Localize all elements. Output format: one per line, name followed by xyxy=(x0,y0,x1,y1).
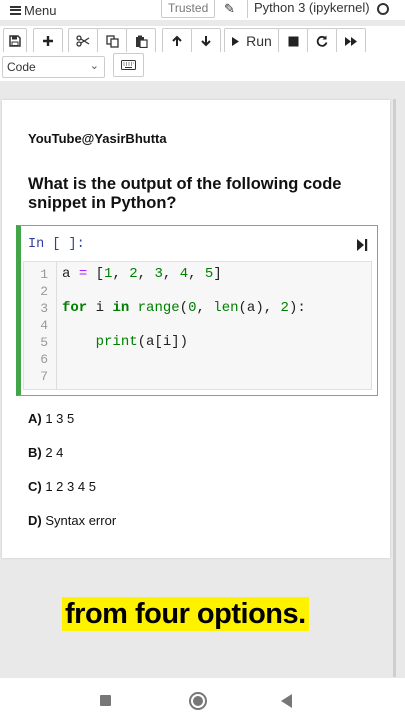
code-line: for i in range(0, len(a), 2): xyxy=(62,300,306,316)
page-scrollbar[interactable] xyxy=(393,99,396,677)
question-text: What is the output of the following code… xyxy=(28,175,342,212)
kernel-name[interactable]: Python 3 (ipykernel) xyxy=(247,0,376,18)
line-number: 3 xyxy=(40,301,48,316)
save-icon xyxy=(9,35,21,47)
option-letter: A) xyxy=(28,411,42,426)
answer-option-a: A) 1 3 5 xyxy=(28,411,74,426)
back-icon[interactable] xyxy=(281,694,292,708)
code-line: print(a[i]) xyxy=(95,334,189,350)
menu-label: Menu xyxy=(24,2,57,18)
save-button[interactable] xyxy=(3,28,27,54)
answer-option-d: D) Syntax error xyxy=(28,513,116,528)
jupyter-notebook-screen: Menu Trusted ✎ Python 3 (ipykernel) Run … xyxy=(0,0,405,720)
option-text: 1 3 5 xyxy=(45,411,75,426)
hamburger-icon xyxy=(10,5,21,15)
insert-cell-button[interactable] xyxy=(33,28,63,54)
fast-forward-icon xyxy=(345,36,357,46)
option-text: 2 4 xyxy=(45,445,64,460)
option-letter: D) xyxy=(28,513,42,528)
command-palette-button[interactable] xyxy=(113,53,144,77)
menu-button[interactable]: Menu xyxy=(0,3,57,18)
channel-name: YouTube@YasirBhutta xyxy=(28,131,167,146)
arrow-up-icon xyxy=(172,35,182,46)
line-number: 1 xyxy=(40,267,48,282)
line-number: 4 xyxy=(40,318,48,333)
cell-type-value: Code xyxy=(7,60,36,74)
video-caption: from four options. xyxy=(62,597,309,631)
run-cell-icon[interactable] xyxy=(356,238,368,252)
recent-apps-icon[interactable] xyxy=(100,695,111,706)
option-text: Syntax error xyxy=(45,513,117,528)
run-label: Run xyxy=(246,33,272,49)
interrupt-button[interactable] xyxy=(278,28,308,54)
move-up-button[interactable] xyxy=(162,28,192,54)
line-number: 2 xyxy=(40,284,48,299)
restart-button[interactable] xyxy=(307,28,337,54)
run-button[interactable]: Run xyxy=(224,28,279,54)
line-number-gutter: 1 2 3 4 5 6 7 xyxy=(24,262,57,389)
trusted-indicator[interactable]: Trusted xyxy=(161,0,216,18)
plus-icon xyxy=(43,36,53,46)
menu-bar: Menu Trusted ✎ Python 3 (ipykernel) xyxy=(0,0,405,20)
stop-icon xyxy=(288,36,298,46)
option-letter: C) xyxy=(28,479,42,494)
code-line: a = [1, 2, 3, 4, 5] xyxy=(62,266,222,282)
restart-run-all-button[interactable] xyxy=(336,28,366,54)
line-number: 5 xyxy=(40,335,48,350)
answer-option-c: C) 1 2 3 4 5 xyxy=(28,479,96,494)
option-letter: B) xyxy=(28,445,42,460)
restart-icon xyxy=(316,35,328,47)
cell-type-select[interactable]: Code ⌄ xyxy=(2,56,105,78)
line-number: 6 xyxy=(40,352,48,367)
chevron-down-icon: ⌄ xyxy=(89,60,99,72)
home-icon[interactable] xyxy=(189,692,207,710)
paste-button[interactable] xyxy=(126,28,156,54)
pencil-icon[interactable]: ✎ xyxy=(224,1,235,17)
copy-button[interactable] xyxy=(97,28,127,54)
copy-icon xyxy=(105,34,119,48)
answer-option-b: B) 2 4 xyxy=(28,445,63,460)
option-text: 1 2 3 4 5 xyxy=(45,479,96,494)
keyboard-icon xyxy=(121,60,136,70)
arrow-down-icon xyxy=(201,36,211,47)
play-icon xyxy=(232,36,240,46)
line-number: 7 xyxy=(40,369,48,384)
cell-prompt: In [ ]: xyxy=(28,237,85,252)
code-editor[interactable]: 1 2 3 4 5 6 7 a = [1, 2, 3, 4, 5] for i … xyxy=(23,261,372,390)
kernel-indicator-icon xyxy=(377,3,389,15)
scissors-icon xyxy=(76,35,90,47)
cut-button[interactable] xyxy=(68,28,98,54)
paste-icon xyxy=(135,35,148,48)
move-down-button[interactable] xyxy=(191,28,221,54)
